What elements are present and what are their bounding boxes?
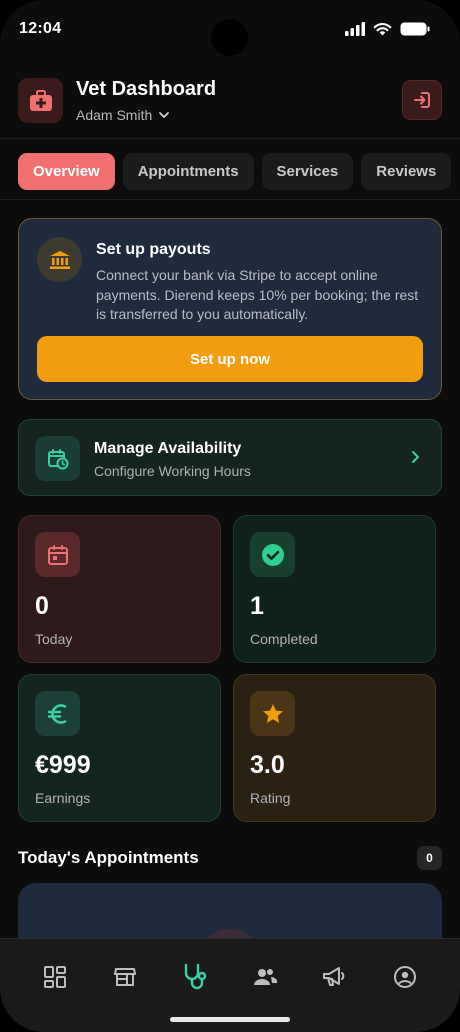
tab-appointments[interactable]: Appointments <box>122 153 254 190</box>
stethoscope-icon[interactable] <box>177 959 213 995</box>
stat-card-earnings[interactable]: €999 Earnings <box>18 674 221 822</box>
stat-card-rating[interactable]: 3.0 Rating <box>233 674 436 822</box>
logout-button[interactable] <box>402 80 442 120</box>
logout-icon <box>414 92 430 108</box>
stat-card-today[interactable]: 0 Today <box>18 515 221 663</box>
bank-icon <box>37 237 82 282</box>
dashboard-header: Vet Dashboard Adam Smith <box>18 76 442 124</box>
stat-today-value: 0 <box>35 592 49 620</box>
stat-completed-label: Completed <box>250 631 318 647</box>
user-name: Adam Smith <box>76 107 153 123</box>
account-icon[interactable] <box>387 959 423 995</box>
payout-title: Set up payouts <box>96 241 211 258</box>
phone-screen: 12:04 Vet Dashboard Adam Smith Overview … <box>0 0 460 1032</box>
user-switcher[interactable]: Adam Smith <box>76 107 170 123</box>
status-time: 12:04 <box>19 20 62 37</box>
medical-bag-icon <box>18 78 63 123</box>
camera-notch <box>211 19 248 56</box>
chevron-right-icon <box>412 451 419 463</box>
stat-card-completed[interactable]: 1 Completed <box>233 515 436 663</box>
stat-rating-value: 3.0 <box>250 751 285 779</box>
header-divider <box>0 138 460 139</box>
tab-reviews[interactable]: Reviews <box>361 153 452 190</box>
page-title: Vet Dashboard <box>76 78 217 100</box>
status-bar: 12:04 <box>0 0 460 60</box>
store-icon[interactable] <box>107 959 143 995</box>
stat-earnings-value: €999 <box>35 751 91 779</box>
signal-icon <box>345 22 365 36</box>
appointments-count-badge: 0 <box>417 846 442 870</box>
star-icon <box>250 691 295 736</box>
system-icons <box>345 22 430 36</box>
tabs-divider <box>0 199 460 200</box>
check-circle-icon <box>250 532 295 577</box>
tab-services[interactable]: Services <box>261 153 354 190</box>
payout-setup-card: Set up payouts Connect your bank via Str… <box>18 218 442 400</box>
setup-now-button[interactable]: Set up now <box>37 336 423 382</box>
manage-availability-row[interactable]: Manage Availability Configure Working Ho… <box>18 419 442 496</box>
euro-icon <box>35 691 80 736</box>
battery-icon <box>400 22 430 36</box>
availability-subtitle: Configure Working Hours <box>94 463 251 479</box>
chevron-down-icon <box>159 112 170 118</box>
home-indicator[interactable] <box>170 1017 290 1022</box>
payout-description: Connect your bank via Stripe to accept o… <box>96 267 419 322</box>
dashboard-icon[interactable] <box>37 959 73 995</box>
calendar-clock-icon <box>35 436 80 481</box>
stat-completed-value: 1 <box>250 592 264 620</box>
bottom-navigation <box>0 938 460 1032</box>
tab-overview[interactable]: Overview <box>18 153 115 190</box>
wifi-icon <box>373 23 392 36</box>
megaphone-icon[interactable] <box>317 959 353 995</box>
stat-today-label: Today <box>35 631 73 647</box>
stat-rating-label: Rating <box>250 790 291 806</box>
todays-appointments-title: Today's Appointments <box>18 848 199 867</box>
users-icon[interactable] <box>247 959 283 995</box>
stat-earnings-label: Earnings <box>35 790 91 806</box>
availability-title: Manage Availability <box>94 440 242 457</box>
calendar-icon <box>35 532 80 577</box>
tab-bar: Overview Appointments Services Reviews <box>18 153 452 190</box>
